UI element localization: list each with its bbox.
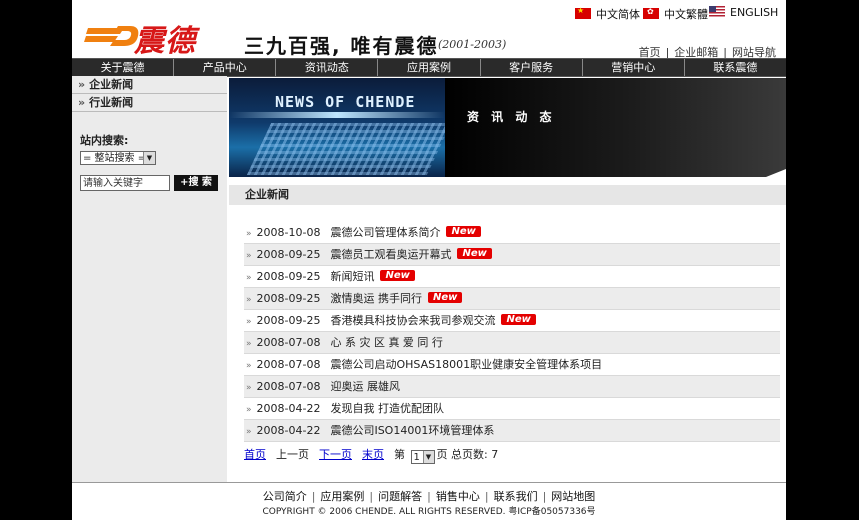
lang-traditional-link[interactable]: 中文繁體 [643, 6, 708, 22]
list-item[interactable]: » 2008-04-22 发现自我 打造优配团队 [244, 398, 780, 420]
nav-contact[interactable]: 联系震德 [685, 59, 786, 76]
list-item[interactable]: » 2008-09-25 香港模具科技协会来我司参观交流 New [244, 310, 780, 332]
sidebar: » 企业新闻 » 行业新闻 站内搜索: = 整站搜索 = ▼ 请输入关键字 +搜 索 [72, 76, 227, 482]
banner-image: NEWS OF CHENDE [229, 78, 445, 177]
double-arrow-icon: » [246, 361, 252, 371]
hongkong-flag-icon [643, 7, 659, 19]
double-arrow-icon: » [246, 317, 252, 327]
nav-products[interactable]: 产品中心 [174, 59, 277, 76]
new-badge: New [501, 314, 536, 325]
nav-service[interactable]: 客户服务 [481, 59, 583, 76]
pager-prev: 上一页 [276, 448, 309, 461]
list-item[interactable]: » 2008-07-08 震德公司启动OHSAS18001职业健康安全管理体系项目 [244, 354, 780, 376]
double-arrow-icon: » [78, 96, 86, 109]
new-badge: New [446, 226, 481, 237]
double-arrow-icon: » [246, 295, 252, 305]
page: 震德 三九百强, 唯有震德 (2001-2003) 中文简体 中文繁體 ENGL… [72, 0, 786, 520]
list-item[interactable]: » 2008-09-25 震德员工观看奥运开幕式 New [244, 244, 780, 266]
lang-english-link[interactable]: ENGLISH [709, 6, 778, 19]
search-input[interactable]: 请输入关键字 [80, 175, 170, 191]
footer-link-faq[interactable]: 问题解答 [378, 490, 422, 503]
nav-cases[interactable]: 应用案例 [378, 59, 481, 76]
new-badge: New [457, 248, 492, 259]
footer-divider [72, 482, 786, 483]
lang-simplified-link[interactable]: 中文简体 [575, 6, 640, 22]
list-item[interactable]: » 2008-10-08 震德公司管理体系简介 New [244, 222, 780, 244]
double-arrow-icon: » [246, 427, 252, 437]
list-item[interactable]: » 2008-04-22 震德公司ISO14001环境管理体系 [244, 420, 780, 442]
list-item[interactable]: » 2008-09-25 新闻短讯 New [244, 266, 780, 288]
nav-about[interactable]: 关于震德 [72, 59, 175, 76]
pager-next-link[interactable]: 下一页 [319, 448, 352, 461]
news-list: » 2008-10-08 震德公司管理体系简介 New » 2008-09-25 震德员工… [244, 222, 780, 442]
banner-label: 资 讯 动 态 [467, 110, 556, 124]
pager-prefix: 第 [394, 448, 405, 461]
footer-link-cases[interactable]: 应用案例 [320, 490, 364, 503]
section-title: 企业新闻 [229, 185, 786, 205]
double-arrow-icon: » [246, 339, 252, 349]
dropdown-arrow-icon: ▼ [422, 451, 434, 463]
list-item[interactable]: » 2008-09-25 激情奥运 携手同行 New [244, 288, 780, 310]
sidebar-item-industry-news[interactable]: » 行业新闻 [72, 94, 227, 112]
logo-text: 震德 [134, 24, 196, 59]
copyright: COPYRIGHT © 2006 CHENDE. ALL RIGHTS RESE… [262, 507, 596, 517]
nav-marketing[interactable]: 营销中心 [583, 59, 685, 76]
new-badge: New [380, 270, 415, 281]
sidebar-item-company-news[interactable]: » 企业新闻 [72, 76, 227, 94]
pager-first-link[interactable]: 首页 [244, 448, 266, 461]
double-arrow-icon: » [246, 405, 252, 415]
news-banner: NEWS OF CHENDE 资 讯 动 态 [229, 78, 786, 177]
footer-links: 公司简介 | 应用案例 | 问题解答 | 销售中心 | 联系我们 | 网站地图 [262, 490, 596, 503]
footer-link-sales[interactable]: 销售中心 [436, 490, 480, 503]
footer-link-sitemap[interactable]: 网站地图 [551, 490, 595, 503]
list-item[interactable]: » 2008-07-08 心 系 灾 区 真 爱 同 行 [244, 332, 780, 354]
double-arrow-icon: » [246, 383, 252, 393]
main-nav: 关于震德 产品中心 资讯动态 应用案例 客户服务 营销中心 联系震德 [72, 58, 786, 77]
banner-image-title: NEWS OF CHENDE [275, 93, 416, 111]
slogan: 三九百强, 唯有震德 [244, 34, 439, 58]
footer-link-about[interactable]: 公司简介 [263, 490, 307, 503]
new-badge: New [427, 292, 463, 303]
banner-label-panel: 资 讯 动 态 [445, 78, 786, 177]
nav-news[interactable]: 资讯动态 [276, 59, 379, 76]
search-scope-select[interactable]: = 整站搜索 = ▼ [80, 151, 156, 165]
pager: 首页 上一页 下一页 末页第 1 ▼ 页 总页数: 7 [244, 446, 498, 464]
double-arrow-icon: » [246, 251, 252, 261]
pager-last-link[interactable]: 末页 [362, 448, 384, 461]
slogan-years: (2001-2003) [438, 38, 507, 51]
double-arrow-icon: » [78, 78, 86, 91]
page-select[interactable]: 1 ▼ [410, 450, 435, 464]
pager-suffix: 页 总页数: 7 [436, 448, 499, 461]
us-flag-icon [709, 6, 725, 17]
dropdown-arrow-icon: ▼ [143, 152, 155, 164]
footer-link-contact[interactable]: 联系我们 [494, 490, 538, 503]
china-flag-icon [575, 6, 591, 19]
double-arrow-icon: » [246, 273, 252, 283]
list-item[interactable]: » 2008-07-08 迎奥运 展雄风 [244, 376, 780, 398]
search-button[interactable]: +搜 索 [174, 175, 218, 191]
double-arrow-icon: » [246, 229, 252, 239]
search-title: 站内搜索: [80, 134, 129, 147]
